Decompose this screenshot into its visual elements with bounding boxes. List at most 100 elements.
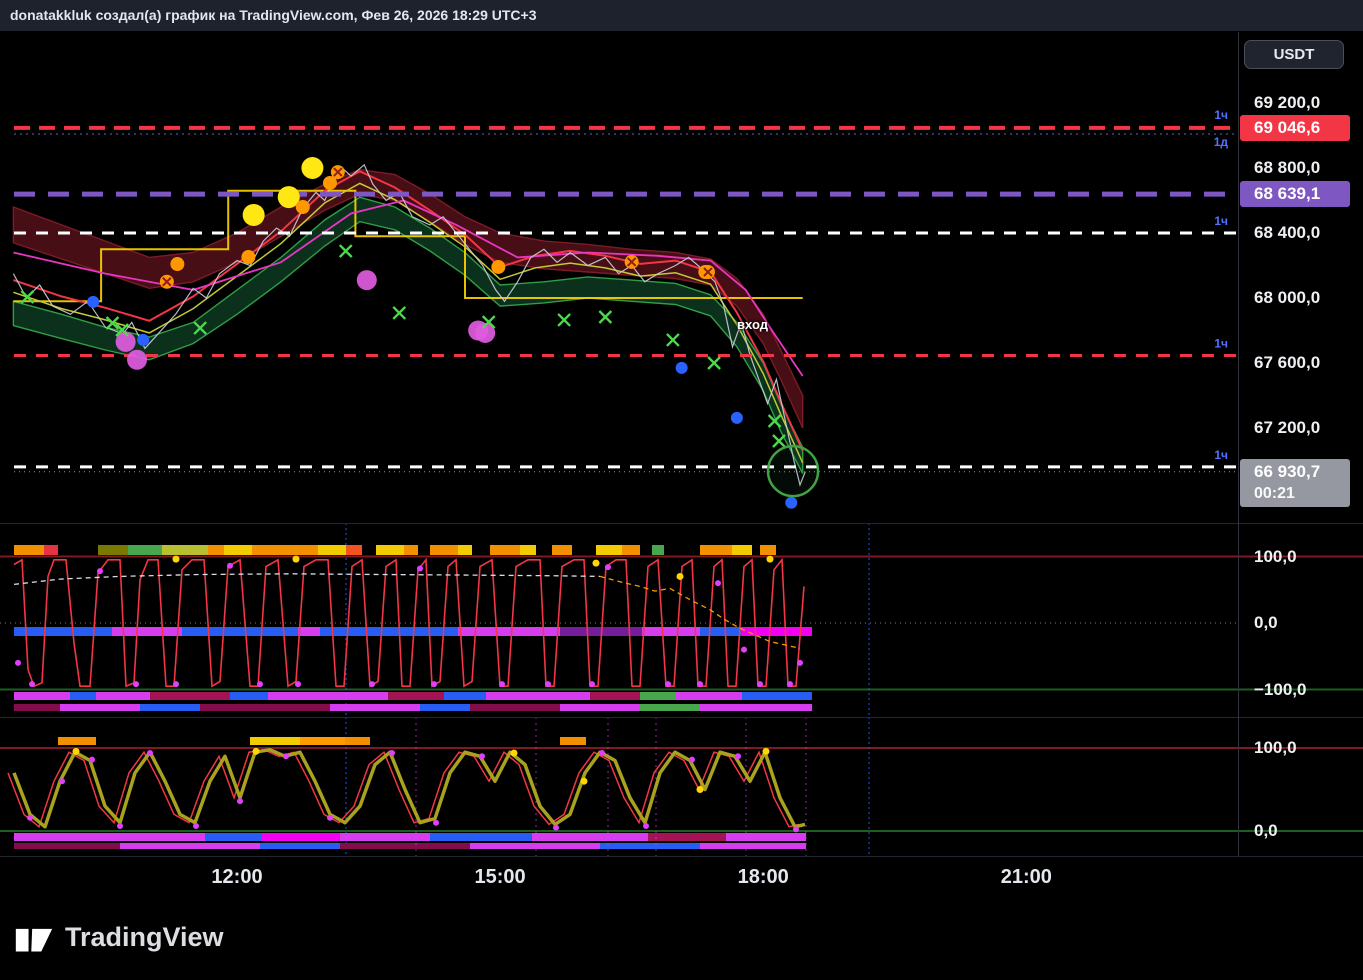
osc2-dot-magenta xyxy=(89,757,95,763)
oscillator-pane-2[interactable] xyxy=(0,717,1363,856)
oscillator-1-scale-label: −100,0 xyxy=(1254,680,1306,700)
osc2-dot-magenta xyxy=(735,753,741,759)
heatmap-strip-segment xyxy=(208,545,224,555)
heatmap-strip-segment xyxy=(404,545,418,555)
osc1-dot-magenta xyxy=(257,681,263,687)
oscillator-1-scale-label: 100,0 xyxy=(1254,547,1297,567)
pane-separator[interactable] xyxy=(0,523,1363,524)
entry-highlight-circle xyxy=(768,446,818,496)
heatmap-strip-segment xyxy=(652,545,664,555)
heatmap-strip-segment xyxy=(268,692,388,700)
signal-dot-orange xyxy=(241,250,255,264)
osc1-dot-magenta xyxy=(133,681,139,687)
osc1-dot-magenta xyxy=(29,681,35,687)
oscillator-pane-1[interactable] xyxy=(0,523,1363,717)
osc2-dot-magenta xyxy=(327,815,333,821)
osc2-dot-yellow xyxy=(511,749,518,756)
price-badge-countdown: 00:21 xyxy=(1254,483,1350,505)
osc1-dot-magenta xyxy=(15,660,21,666)
heatmap-strip-segment xyxy=(760,545,776,555)
tradingview-wordmark: TradingView xyxy=(65,922,224,953)
osc1-dot-magenta xyxy=(545,681,551,687)
signal-dot-blue xyxy=(785,497,797,509)
osc1-dot-magenta xyxy=(295,681,301,687)
osc2-dot-magenta xyxy=(27,815,33,821)
tradingview-watermark[interactable]: TradingView xyxy=(14,921,224,953)
timeframe-tag-label: 1д xyxy=(1214,135,1229,149)
oscillator-1-scale-label: 0,0 xyxy=(1254,613,1278,633)
heatmap-strip-segment xyxy=(642,627,700,636)
tradingview-chart-app: donatakkluk создал(а) график на TradingV… xyxy=(0,0,1363,980)
oscillator-2-scale-label: 100,0 xyxy=(1254,738,1297,758)
heatmap-strip-segment xyxy=(376,545,404,555)
heatmap-strip-segment xyxy=(552,545,572,555)
heatmap-strip-segment xyxy=(742,692,812,700)
heatmap-strip-segment xyxy=(470,843,600,849)
heatmap-strip-segment xyxy=(458,545,472,555)
timeframe-tag-label: 1ч xyxy=(1214,108,1228,122)
heatmap-strip-segment xyxy=(340,843,470,849)
currency-chip[interactable]: USDT xyxy=(1244,40,1344,69)
heatmap-strip-segment xyxy=(205,833,262,841)
osc2-dot-magenta xyxy=(237,798,243,804)
osc2-dot-magenta xyxy=(599,750,605,756)
osc2-dot-magenta xyxy=(643,823,649,829)
heatmap-strip-segment xyxy=(640,692,676,700)
osc2-dot-magenta xyxy=(433,820,439,826)
heatmap-strip-segment xyxy=(200,704,330,711)
heatmap-strip-segment xyxy=(676,692,742,700)
osc1-dot-magenta xyxy=(715,580,721,586)
heatmap-strip-segment xyxy=(490,545,520,555)
signal-dot-blue xyxy=(731,412,743,424)
oscillator-2-scale-label: 0,0 xyxy=(1254,821,1278,841)
time-tick-label: 15:00 xyxy=(455,866,545,889)
osc2-dot-yellow xyxy=(763,748,770,755)
heatmap-strip-segment xyxy=(150,692,230,700)
heatmap-strip-segment xyxy=(14,627,112,636)
osc1-dot-magenta xyxy=(227,563,233,569)
tradingview-logo-icon xyxy=(14,921,54,953)
osc1-dot-magenta xyxy=(499,681,505,687)
heatmap-strip-segment xyxy=(388,692,444,700)
heatmap-strip-segment xyxy=(458,627,560,636)
price-tick-label: 69 200,0 xyxy=(1254,93,1320,113)
price-badge-value: 66 930,7 xyxy=(1254,462,1320,481)
heatmap-strip-segment xyxy=(140,704,200,711)
price-pane[interactable]: 1ч1д1ч1ч1ч xyxy=(0,32,1363,523)
heatmap-strip-segment xyxy=(120,843,260,849)
osc1-dot-magenta xyxy=(665,681,671,687)
time-tick-label: 18:00 xyxy=(718,866,808,889)
osc1-dot-magenta xyxy=(589,681,595,687)
osc2-dot-magenta xyxy=(283,753,289,759)
heatmap-strip-segment xyxy=(128,545,162,555)
signal-dot-blue xyxy=(87,296,99,308)
signal-dot-orange xyxy=(170,257,184,271)
price-tick-label: 68 000,0 xyxy=(1254,288,1320,308)
osc1-dot-yellow xyxy=(173,556,180,563)
heatmap-strip-segment xyxy=(252,545,318,555)
heatmap-strip-segment xyxy=(224,545,252,555)
heatmap-strip-segment xyxy=(14,843,120,849)
osc2-dot-yellow xyxy=(697,786,704,793)
price-badge-value: 68 639,1 xyxy=(1254,184,1320,203)
heatmap-strip-segment xyxy=(700,627,742,636)
heatmap-strip-segment xyxy=(430,545,458,555)
osc2-dot-yellow xyxy=(73,748,80,755)
osc1-dot-magenta xyxy=(787,681,793,687)
heatmap-strip-segment xyxy=(162,545,208,555)
heatmap-strip-segment xyxy=(486,692,590,700)
price-badge: 68 639,1 xyxy=(1240,181,1350,207)
timeframe-tag-label: 1ч xyxy=(1214,448,1228,462)
heatmap-strip-segment xyxy=(262,833,340,841)
heatmap-strip-segment xyxy=(700,843,806,849)
heatmap-strip-segment xyxy=(430,833,532,841)
red-ma-line xyxy=(13,171,802,451)
heatmap-strip-segment xyxy=(298,627,320,636)
price-badge: 66 930,7 00:21 xyxy=(1240,459,1350,507)
osc1-dot-magenta xyxy=(97,568,103,574)
pane-separator[interactable] xyxy=(0,717,1363,718)
heatmap-strip-segment xyxy=(560,737,586,745)
signal-dot-magenta xyxy=(127,350,147,370)
osc2-dot-magenta xyxy=(59,778,65,784)
heatmap-strip-segment xyxy=(96,692,150,700)
